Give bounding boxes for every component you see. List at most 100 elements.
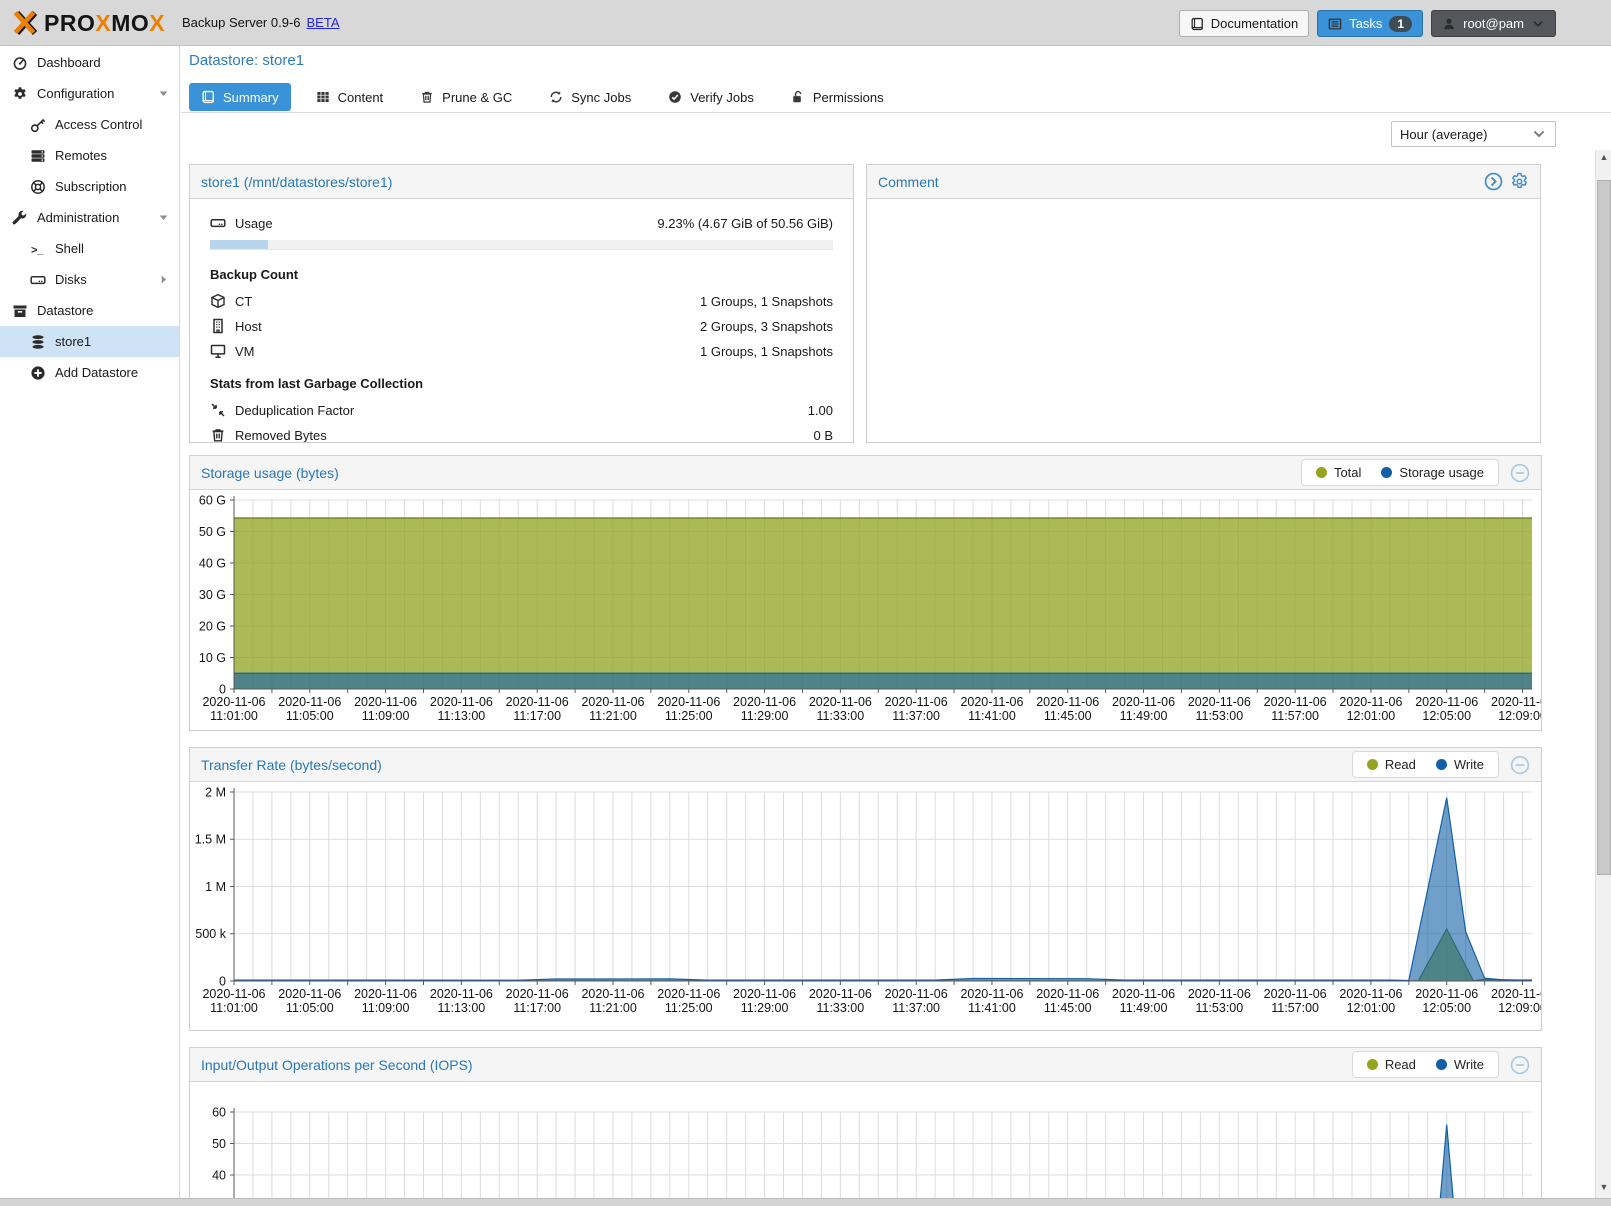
svg-text:1 M: 1 M — [205, 880, 226, 894]
svg-text:60 G: 60 G — [199, 493, 226, 507]
backup-count-heading: Backup Count — [210, 267, 833, 282]
stat-label: CT — [235, 294, 252, 309]
sidebar-item-label: Add Datastore — [55, 365, 138, 380]
collapse-panel-icon[interactable] — [1510, 463, 1530, 483]
tab-content[interactable]: Content — [304, 83, 396, 111]
legend-item-write[interactable]: Write — [1436, 757, 1484, 772]
svg-text:2020-11-06: 2020-11-06 — [1339, 695, 1402, 709]
collapse-panel-icon[interactable] — [1510, 755, 1530, 775]
caret-down-icon[interactable] — [157, 87, 170, 100]
sidebar-item-add-datastore[interactable]: Add Datastore — [0, 357, 179, 388]
horizontal-scrollbar[interactable] — [0, 1198, 1611, 1206]
tab-summary[interactable]: Summary — [189, 83, 291, 111]
chevron-down-icon — [1531, 17, 1545, 31]
tab-permissions[interactable]: Permissions — [779, 83, 896, 111]
svg-text:2020-11-06: 2020-11-06 — [354, 987, 417, 1001]
archive-icon — [12, 303, 28, 319]
legend-item-write[interactable]: Write — [1436, 1057, 1484, 1072]
legend-item-read[interactable]: Read — [1367, 757, 1416, 772]
caret-down-icon[interactable] — [157, 211, 170, 224]
tasks-button[interactable]: Tasks 1 — [1317, 10, 1423, 37]
legend-item-storage-usage[interactable]: Storage usage — [1381, 465, 1484, 480]
stat-row-ct: CT1 Groups, 1 Snapshots — [210, 293, 833, 309]
scrollbar-thumb[interactable] — [1597, 180, 1611, 875]
dashboard-icon — [12, 55, 28, 71]
svg-text:40 G: 40 G — [199, 556, 226, 570]
legend-item-read[interactable]: Read — [1367, 1057, 1416, 1072]
svg-text:11:29:00: 11:29:00 — [741, 709, 789, 723]
scroll-down-arrow[interactable]: ▼ — [1596, 1180, 1611, 1194]
task-list-icon — [1328, 17, 1342, 31]
proxmox-backup-server-app: PROXMOX Backup Server 0.9-6BETA Document… — [0, 0, 1611, 1206]
sidebar-item-remotes[interactable]: Remotes — [0, 140, 179, 171]
tab-prune-gc[interactable]: Prune & GC — [408, 83, 524, 111]
caret-right-icon[interactable] — [157, 273, 170, 286]
proxmox-x-icon — [10, 8, 40, 38]
settings-gear-icon[interactable] — [1510, 172, 1529, 191]
sidebar-item-datastore[interactable]: Datastore — [0, 295, 179, 326]
legend-label: Total — [1334, 465, 1361, 480]
chart-legend: Read Write — [1352, 1051, 1499, 1078]
legend-dot — [1316, 467, 1327, 478]
book-icon — [1190, 17, 1204, 31]
sidebar-item-access-control[interactable]: Access Control — [0, 109, 179, 140]
comment-body[interactable] — [867, 199, 1540, 442]
svg-text:2020-11-06: 2020-11-06 — [1491, 695, 1541, 709]
scroll-up-arrow[interactable]: ▲ — [1596, 150, 1611, 164]
svg-text:11:33:00: 11:33:00 — [816, 709, 864, 723]
svg-text:11:33:00: 11:33:00 — [816, 1001, 864, 1015]
chart-title: Transfer Rate (bytes/second) — [201, 757, 382, 773]
sidebar-item-shell[interactable]: >_Shell — [0, 233, 179, 264]
svg-text:11:05:00: 11:05:00 — [286, 1001, 334, 1015]
refresh-icon — [549, 90, 563, 104]
stat-value: 1 Groups, 1 Snapshots — [700, 344, 833, 359]
trash-icon — [420, 90, 434, 104]
tab-label: Content — [338, 90, 384, 105]
svg-text:11:21:00: 11:21:00 — [589, 709, 637, 723]
user-icon — [1442, 17, 1456, 31]
svg-text:2020-11-06: 2020-11-06 — [885, 987, 948, 1001]
sidebar-item-store1[interactable]: store1 — [0, 326, 179, 357]
svg-text:12:05:00: 12:05:00 — [1422, 1001, 1471, 1015]
svg-text:11:45:00: 11:45:00 — [1044, 709, 1092, 723]
svg-text:11:05:00: 11:05:00 — [286, 709, 334, 723]
proxmox-logo: PROXMOX — [10, 8, 165, 38]
collapse-panel-icon[interactable] — [1510, 1055, 1530, 1075]
stat-label: Host — [235, 319, 262, 334]
tab-verify-jobs[interactable]: Verify Jobs — [656, 83, 766, 111]
usage-value: 9.23% (4.67 GiB of 50.56 GiB) — [657, 216, 833, 231]
server-icon — [30, 148, 46, 164]
tab-bar: Summary Content Prune & GC Sync Jobs Verify … — [189, 83, 896, 111]
chart-legend: Read Write — [1352, 751, 1499, 778]
beta-link[interactable]: BETA — [307, 15, 340, 30]
svg-text:2020-11-06: 2020-11-06 — [1264, 695, 1327, 709]
tab-label: Summary — [223, 90, 279, 105]
svg-text:2020-11-06: 2020-11-06 — [1264, 987, 1327, 1001]
legend-item-total[interactable]: Total — [1316, 465, 1361, 480]
tab-label: Sync Jobs — [571, 90, 631, 105]
svg-text:11:37:00: 11:37:00 — [892, 709, 940, 723]
documentation-button[interactable]: Documentation — [1179, 10, 1309, 37]
vertical-scrollbar[interactable]: ▲ ▼ — [1595, 150, 1611, 1206]
svg-text:11:29:00: 11:29:00 — [741, 1001, 789, 1015]
sidebar-item-label: store1 — [55, 334, 91, 349]
svg-text:11:57:00: 11:57:00 — [1271, 1001, 1319, 1015]
sidebar-item-configuration[interactable]: Configuration — [0, 78, 179, 109]
svg-text:11:53:00: 11:53:00 — [1195, 1001, 1243, 1015]
user-menu-button[interactable]: root@pam — [1431, 10, 1556, 37]
tab-sync-jobs[interactable]: Sync Jobs — [537, 83, 643, 111]
timeframe-select[interactable]: Hour (average) — [1391, 121, 1556, 147]
stat-row-removed-bytes: Removed Bytes0 B — [210, 427, 833, 442]
expand-panel-icon[interactable] — [1484, 172, 1503, 191]
hdd-icon — [210, 215, 226, 231]
sidebar-item-administration[interactable]: Administration — [0, 202, 179, 233]
svg-text:12:01:00: 12:01:00 — [1347, 1001, 1396, 1015]
sidebar-item-disks[interactable]: Disks — [0, 264, 179, 295]
chart-title: Input/Output Operations per Second (IOPS… — [201, 1057, 473, 1073]
svg-text:2020-11-06: 2020-11-06 — [960, 987, 1023, 1001]
svg-text:2020-11-06: 2020-11-06 — [430, 987, 493, 1001]
svg-text:11:13:00: 11:13:00 — [438, 709, 486, 723]
terminal-icon: >_ — [30, 241, 46, 257]
sidebar-item-dashboard[interactable]: Dashboard — [0, 47, 179, 78]
sidebar-item-subscription[interactable]: Subscription — [0, 171, 179, 202]
